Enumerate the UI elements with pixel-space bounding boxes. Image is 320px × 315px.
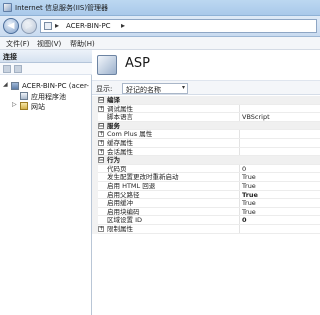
connections-pane: 连接 ◢ ACER-BIN-PC (acer- 应用程序池 ▷ 网站 — [0, 50, 92, 315]
sites-folder-icon — [20, 102, 28, 110]
tree-item-label: 网站 — [31, 103, 45, 111]
menu-view[interactable]: 视图(V) — [37, 39, 61, 49]
property-row[interactable]: 区域设置 ID 0 — [92, 216, 320, 225]
display-bar: 显示: 好记的名称 ▾ — [92, 80, 320, 95]
window-title: Internet 信息服务(IIS)管理器 — [15, 4, 109, 12]
title-bar: Internet 信息服务(IIS)管理器 — [0, 0, 320, 16]
breadcrumb-separator[interactable]: ▸ — [55, 21, 59, 30]
property-row[interactable]: + Com Plus 属性 — [92, 130, 320, 139]
forward-arrow-icon: ▶ — [25, 21, 33, 31]
computer-icon — [11, 82, 19, 90]
breadcrumb-server[interactable]: ACER-BIN-PC — [66, 22, 111, 30]
property-category[interactable]: ⊟ 行为 — [92, 156, 320, 165]
menu-file[interactable]: 文件(F) — [6, 39, 30, 49]
back-button[interactable]: ◀ — [3, 18, 19, 34]
expand-icon[interactable]: + — [98, 140, 104, 146]
display-select[interactable]: 好记的名称 ▾ — [122, 83, 188, 94]
row-separator — [98, 232, 320, 234]
tree-item-app-pools[interactable]: 应用程序池 — [0, 91, 92, 101]
property-row[interactable]: + 调试属性 — [92, 104, 320, 114]
save-icon[interactable] — [14, 65, 22, 73]
property-category[interactable]: ⊟ 编译 — [92, 96, 320, 105]
iis-app-icon — [3, 3, 12, 12]
collapse-icon[interactable]: ◢ — [3, 81, 8, 88]
back-arrow-icon: ◀ — [7, 21, 15, 31]
property-row[interactable]: 启用父路径 True — [92, 190, 320, 200]
tree-item-sites[interactable]: ▷ 网站 — [0, 101, 92, 111]
tree-item-label: 应用程序池 — [31, 93, 66, 101]
dropdown-arrow-icon: ▾ — [181, 84, 185, 91]
expand-icon[interactable]: + — [98, 226, 104, 232]
property-row[interactable]: + 限制属性 — [92, 225, 320, 234]
property-row[interactable]: 启用缓冲 True — [92, 199, 320, 208]
display-label: 显示: — [96, 85, 113, 93]
connections-toolbar — [0, 63, 92, 75]
tree-item-label: ACER-BIN-PC (acer- — [22, 82, 89, 90]
app-pool-icon — [20, 92, 28, 100]
expand-icon[interactable]: + — [98, 148, 104, 155]
expand-icon[interactable]: ▷ — [12, 101, 17, 108]
connections-title: 连接 — [3, 53, 17, 61]
connections-header: 连接 — [0, 50, 92, 63]
expand-icon[interactable]: + — [98, 131, 104, 138]
collapse-icon[interactable]: ⊟ — [98, 97, 104, 103]
property-row[interactable]: + 缓存属性 — [92, 139, 320, 148]
property-row[interactable]: 发生配置更改时重新启动 True — [92, 173, 320, 182]
collapse-icon[interactable]: ⊟ — [98, 157, 104, 164]
property-row[interactable]: 脚本语言 VBScript — [92, 113, 320, 122]
display-select-value: 好记的名称 — [126, 86, 161, 94]
menu-help[interactable]: 帮助(H) — [70, 39, 95, 49]
property-row[interactable]: 启用 HTML 回退 True — [92, 182, 320, 191]
forward-button[interactable]: ▶ — [21, 18, 37, 34]
feature-pane: ASP 显示: 好记的名称 ▾ ⊟ 编译 + 调试属性 脚本语言 VBScript ⊟ 服务 +… — [92, 50, 320, 315]
property-row[interactable]: + 会话属性 — [92, 147, 320, 157]
asp-feature-icon — [97, 55, 117, 75]
address-field[interactable]: ▸ ACER-BIN-PC ▸ — [40, 19, 317, 33]
address-bar: ◀ ▶ ▸ ACER-BIN-PC ▸ — [0, 16, 320, 37]
feature-title: ASP — [125, 56, 150, 71]
breadcrumb-separator[interactable]: ▸ — [121, 21, 125, 30]
collapse-icon[interactable]: ⊟ — [98, 122, 104, 129]
connect-icon[interactable] — [3, 65, 11, 73]
page-icon — [44, 22, 52, 30]
menu-bar: 文件(F) 视图(V) 帮助(H) — [0, 37, 320, 50]
tree-item-server[interactable]: ◢ ACER-BIN-PC (acer- — [0, 81, 92, 91]
expand-icon[interactable]: + — [98, 105, 104, 112]
